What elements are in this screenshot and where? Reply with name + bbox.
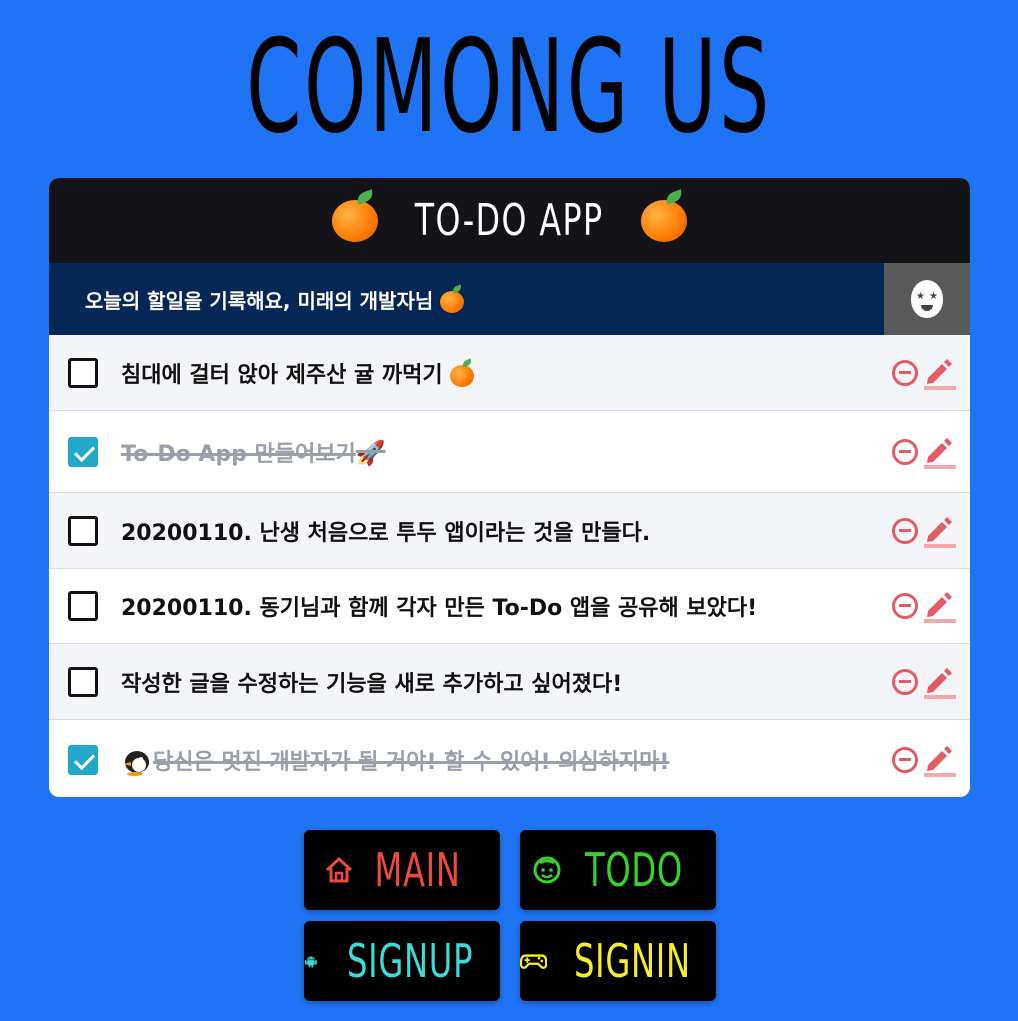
rocket-icon: 🚀 [355,438,386,467]
todo-checkbox[interactable] [68,357,98,388]
edit-pencil-icon[interactable] [922,589,956,623]
android-icon [304,956,317,968]
edit-pencil-icon[interactable] [922,356,956,390]
card-subtitle: 오늘의 할일을 기록해요, 미래의 개발자님 [85,285,465,314]
todo-text: 20200110. 동기님과 함께 각자 만든 To-Do 앱을 공유해 보았다… [121,596,758,621]
todo-label: TODO [585,843,683,897]
orange-icon [332,199,379,242]
signup-button[interactable]: SIGNUP [304,921,500,1001]
gamepad-icon [520,954,548,969]
todo-checkbox[interactable] [68,666,98,697]
edit-pencil-icon[interactable] [922,435,956,469]
remove-icon[interactable] [892,438,918,465]
todo-card: TO-DO APP 오늘의 할일을 기록해요, 미래의 개발자님 ★ ★ 침대에 … [49,178,970,797]
todo-text: 20200110. 난생 처음으로 투두 앱이라는 것을 만들다. [121,520,651,546]
signin-button[interactable]: SIGNIN [520,921,716,1001]
signup-label: SIGNUP [346,934,473,988]
edit-pencil-icon[interactable] [922,514,956,548]
remove-icon[interactable] [892,359,918,386]
site-title: COMONG US [246,13,772,162]
todo-row: To-Do App 만들어보기🚀 [49,411,970,493]
edit-pencil-icon[interactable] [922,665,956,699]
todo-row: 작성한 글을 수정하는 기능을 새로 추가하고 싶어졌다! [49,644,970,720]
todo-button[interactable]: TODO [520,830,716,910]
todo-row: 20200110. 난생 처음으로 투두 앱이라는 것을 만들다. [49,493,970,569]
home-icon [326,856,353,883]
penguin-icon [123,751,149,776]
main-button[interactable]: MAIN [304,830,500,910]
card-header: TO-DO APP [49,178,970,263]
edit-pencil-icon[interactable] [922,743,956,777]
todo-text: To-Do App 만들어보기🚀 [121,438,386,467]
card-title: TO-DO APP [415,195,604,246]
signin-label: SIGNIN [574,934,691,988]
remove-icon[interactable] [892,747,918,773]
todo-row: 침대에 걸터 앉아 제주산 귤 까먹기 [49,335,970,411]
todo-text: 당신은 멋진 개발자가 될 거야! 할 수 있어! 의심하지마! [119,744,669,776]
child-face-icon [533,856,561,884]
star-eyes-face-icon: ★ ★ [911,280,943,318]
todo-row: 당신은 멋진 개발자가 될 거야! 할 수 있어! 의심하지마! [49,720,970,797]
todo-row: 20200110. 동기님과 함께 각자 만든 To-Do 앱을 공유해 보았다… [49,569,970,644]
orange-icon [640,199,687,242]
remove-icon[interactable] [892,517,918,544]
orange-icon [450,364,475,387]
main-label: MAIN [374,843,462,897]
subtitle-bar: 오늘의 할일을 기록해요, 미래의 개발자님 ★ ★ [49,263,970,335]
todo-text: 작성한 글을 수정하는 기능을 새로 추가하고 싶어졌다! [121,671,623,697]
remove-icon[interactable] [892,668,918,695]
todo-checkbox[interactable] [68,515,98,546]
todo-text: 침대에 걸터 앉아 제주산 귤 까먹기 [121,357,475,389]
orange-icon [440,291,465,313]
todo-checkbox-checked[interactable] [68,436,98,467]
avatar-button[interactable]: ★ ★ [884,263,970,335]
todo-checkbox-checked[interactable] [68,745,98,775]
todo-checkbox[interactable] [68,591,98,621]
remove-icon[interactable] [892,593,918,619]
